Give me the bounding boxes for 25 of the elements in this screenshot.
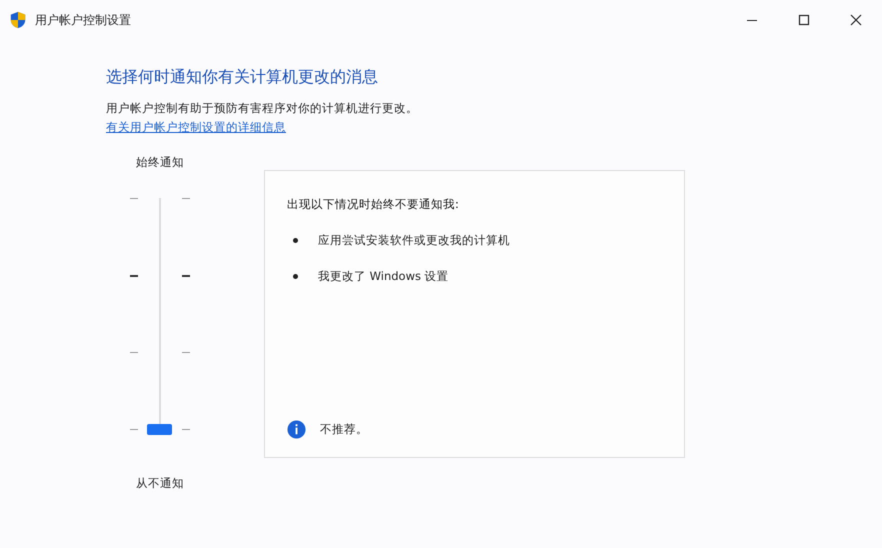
- slider-bottom-label: 从不通知: [136, 476, 184, 491]
- tick-mark: [182, 275, 190, 277]
- bullet-icon: [293, 274, 298, 279]
- tick-mark: [130, 198, 138, 199]
- list-item-text: 应用尝试安装软件或更改我的计算机: [318, 233, 510, 248]
- page-heading: 选择何时通知你有关计算机更改的消息: [106, 66, 379, 88]
- tick-mark: [182, 352, 190, 353]
- tick-mark: [182, 429, 190, 430]
- slider-thumb[interactable]: [147, 424, 172, 435]
- maximize-icon: [798, 14, 810, 26]
- tick-mark: [182, 198, 190, 199]
- window-title: 用户帐户控制设置: [35, 12, 131, 28]
- note-text: 不推荐。: [320, 422, 368, 437]
- tick-mark: [130, 429, 138, 430]
- tick-mark: [130, 275, 138, 277]
- slider-top-label: 始终通知: [136, 155, 184, 170]
- shield-icon: [9, 11, 27, 29]
- bullet-icon: [293, 238, 298, 243]
- help-link[interactable]: 有关用户帐户控制设置的详细信息: [106, 119, 286, 135]
- description-text: 用户帐户控制有助于预防有害程序对你的计算机进行更改。: [106, 100, 419, 116]
- panel-title: 出现以下情况时始终不要通知我:: [287, 197, 460, 212]
- list-item-text: 我更改了 Windows 设置: [318, 269, 449, 284]
- tick-mark: [130, 352, 138, 353]
- info-icon: [287, 420, 306, 439]
- close-icon: [850, 14, 862, 26]
